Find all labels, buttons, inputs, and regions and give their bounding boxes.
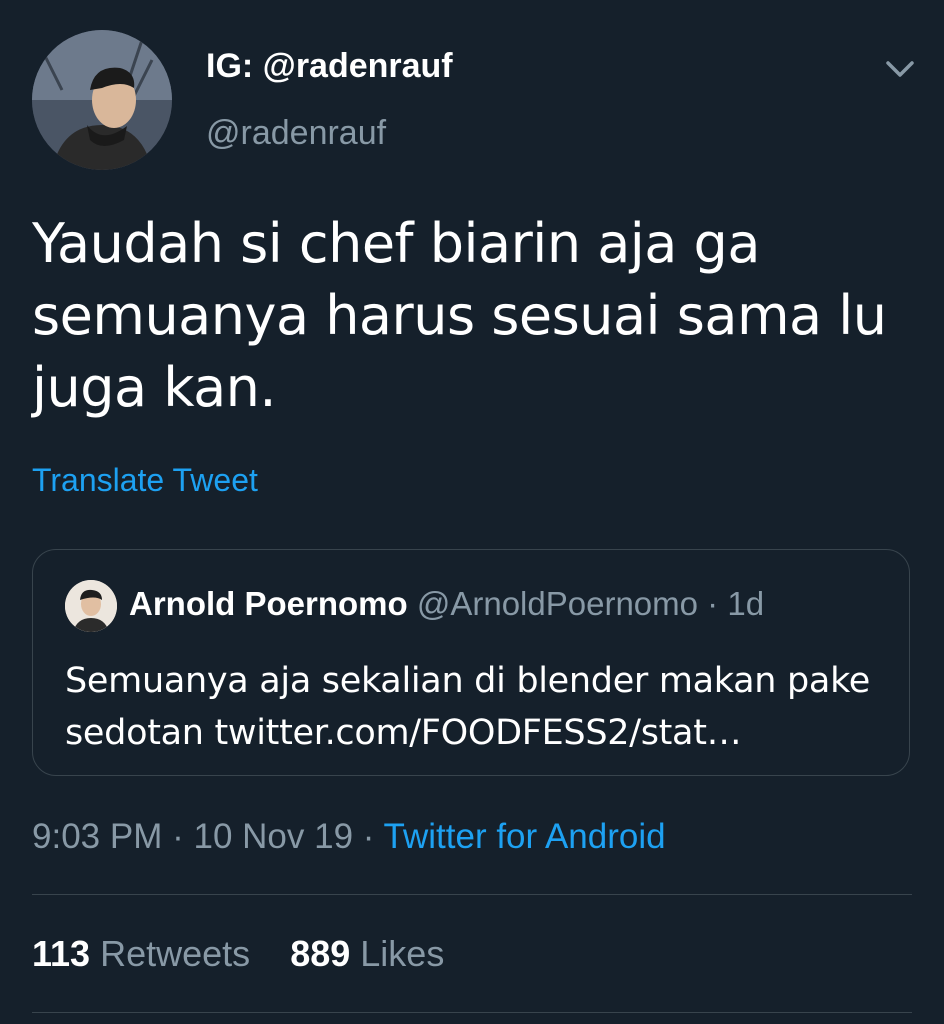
likes-label: Likes (360, 933, 445, 974)
divider-top (32, 894, 912, 895)
chevron-down-icon (886, 61, 914, 77)
likes-count: 889 (290, 933, 351, 974)
tweet-time: 9:03 PM (32, 817, 163, 856)
quoted-tweet[interactable]: Arnold Poernomo @ArnoldPoernomo · 1d Sem… (32, 549, 910, 776)
tweet-source-link[interactable]: Twitter for Android (384, 817, 666, 856)
translate-tweet-link[interactable]: Translate Tweet (32, 462, 258, 499)
tweet-meta: 9:03 PM · 10 Nov 19 · Twitter for Androi… (32, 817, 666, 857)
meta-separator: · (362, 817, 375, 856)
tweet-text: Yaudah si chef biarin aja ga semuanya ha… (32, 212, 887, 419)
quoted-display-name: Arnold Poernomo (129, 585, 408, 622)
quoted-text: Semuanya aja sekalian di blender makan p… (65, 661, 871, 753)
tweet-menu-button[interactable] (884, 56, 916, 82)
user-avatar-icon (32, 30, 172, 170)
meta-separator: · (172, 817, 184, 856)
tweet-date: 10 Nov 19 (193, 817, 354, 856)
user-avatar-icon (65, 580, 117, 632)
divider-bottom (32, 1012, 912, 1013)
retweets-label: Retweets (100, 933, 251, 974)
quoted-separator: · (707, 585, 719, 622)
quoted-header: Arnold Poernomo @ArnoldPoernomo · 1d (129, 585, 764, 623)
author-display-name[interactable]: IG: @radenrauf (206, 47, 453, 86)
quoted-handle: @ArnoldPoernomo (416, 585, 698, 622)
author-handle[interactable]: @radenrauf (206, 114, 386, 153)
retweets-count: 113 (32, 933, 91, 974)
retweets-stat[interactable]: 113 Retweets (32, 933, 260, 974)
likes-stat[interactable]: 889 Likes (290, 933, 444, 974)
tweet-stats: 113 Retweets 889 Likes (32, 933, 474, 975)
quoted-time: 1d (727, 585, 765, 622)
profile-avatar[interactable] (32, 30, 172, 170)
quoted-avatar (65, 580, 117, 632)
